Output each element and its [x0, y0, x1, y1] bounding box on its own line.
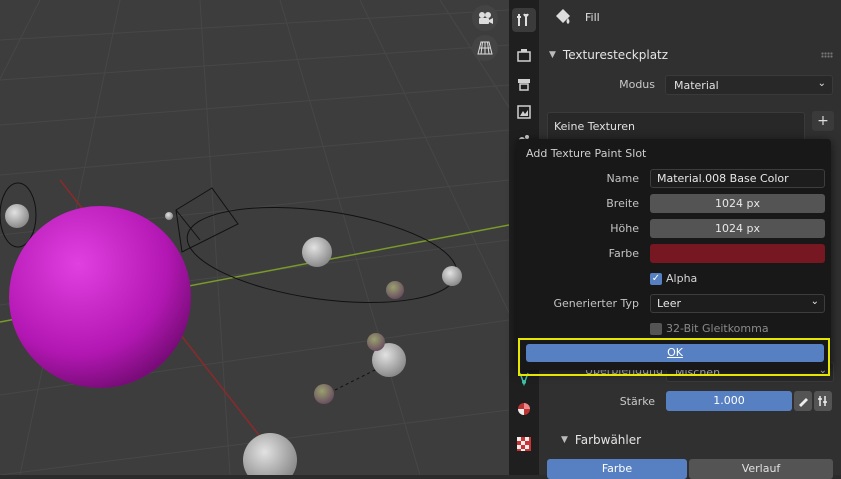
brush-header: Fill	[539, 0, 841, 34]
pressure-pen-icon[interactable]	[794, 391, 812, 411]
color-swatch[interactable]	[650, 244, 825, 263]
width-field[interactable]: 1024 px	[650, 194, 825, 213]
drag-handle-icon[interactable]	[821, 52, 833, 58]
name-value: Material.008 Base Color	[657, 172, 789, 185]
strength-value: 1.000	[713, 394, 745, 407]
float-label: 32-Bit Gleitkomma	[666, 322, 769, 335]
generated-type-value: Leer	[657, 297, 681, 310]
texture-slot-list[interactable]: Keine Texturen	[547, 112, 805, 142]
ok-button[interactable]: OK	[526, 344, 824, 362]
add-texture-paint-slot-dialog: Add Texture Paint Slot Name Material.008…	[517, 139, 831, 370]
view-layer-tab-icon[interactable]	[512, 100, 536, 124]
tab-gradient[interactable]: Verlauf	[689, 459, 833, 479]
strength-slider[interactable]: 1.000	[666, 391, 792, 411]
viewport-scene	[0, 0, 509, 475]
camera-view-icon[interactable]	[472, 5, 498, 31]
mode-value: Material	[674, 78, 719, 92]
height-field[interactable]: 1024 px	[650, 219, 825, 238]
fill-brush-icon[interactable]	[553, 6, 573, 29]
chevron-down-icon: ⌄	[817, 78, 826, 89]
checkbox-checked-icon: ✓	[650, 272, 662, 285]
generated-type-dropdown[interactable]: Leer ⌄	[650, 294, 825, 313]
material-tab-icon[interactable]	[512, 397, 536, 421]
strength-label: Stärke	[619, 395, 655, 408]
tab-color[interactable]: Farbe	[547, 459, 687, 479]
color-label: Farbe	[608, 247, 639, 260]
grid-view-icon[interactable]	[472, 35, 498, 61]
width-label: Breite	[606, 197, 639, 210]
brush-name: Fill	[585, 11, 600, 24]
mode-label: Modus	[619, 78, 655, 91]
name-label: Name	[606, 172, 639, 185]
alpha-checkbox[interactable]: ✓ Alpha	[650, 272, 697, 285]
height-value: 1024 px	[715, 222, 760, 235]
empty-list-text: Keine Texturen	[554, 120, 635, 133]
tab-gradient-label: Verlauf	[741, 462, 781, 475]
dialog-title: Add Texture Paint Slot	[526, 147, 647, 160]
float-checkbox[interactable]: 32-Bit Gleitkomma	[650, 322, 769, 335]
alpha-label: Alpha	[666, 272, 698, 285]
width-value: 1024 px	[715, 197, 760, 210]
panel-title-color-picker: Farbwähler	[574, 433, 642, 447]
height-label: Höhe	[610, 222, 639, 235]
strength-options-icon[interactable]	[814, 391, 832, 411]
chevron-down-icon: ▼	[561, 435, 568, 445]
tool-settings-tab[interactable]	[512, 8, 536, 32]
3d-viewport[interactable]	[0, 0, 509, 475]
tab-color-label: Farbe	[601, 462, 633, 475]
texture-tab-icon[interactable]	[512, 432, 536, 456]
name-field[interactable]: Material.008 Base Color	[650, 169, 825, 188]
chevron-down-icon: ⌄	[810, 296, 819, 307]
add-texture-slot-button[interactable]: +	[812, 111, 834, 131]
chevron-down-icon: ▼	[549, 50, 556, 60]
output-tab-icon[interactable]	[512, 72, 536, 96]
mode-dropdown[interactable]: Material ⌄	[665, 75, 833, 95]
checkbox-unchecked-icon	[650, 322, 662, 335]
color-picker-panel-header[interactable]: ▼ Farbwähler	[561, 429, 641, 451]
generated-type-label: Generierter Typ	[553, 297, 640, 310]
render-tab-icon[interactable]	[512, 44, 536, 68]
texture-slot-panel-header[interactable]: ▼ Texturesteckplatz	[549, 44, 668, 66]
panel-title-texture-slot: Texturesteckplatz	[562, 48, 669, 62]
ok-label: OK	[667, 346, 683, 359]
